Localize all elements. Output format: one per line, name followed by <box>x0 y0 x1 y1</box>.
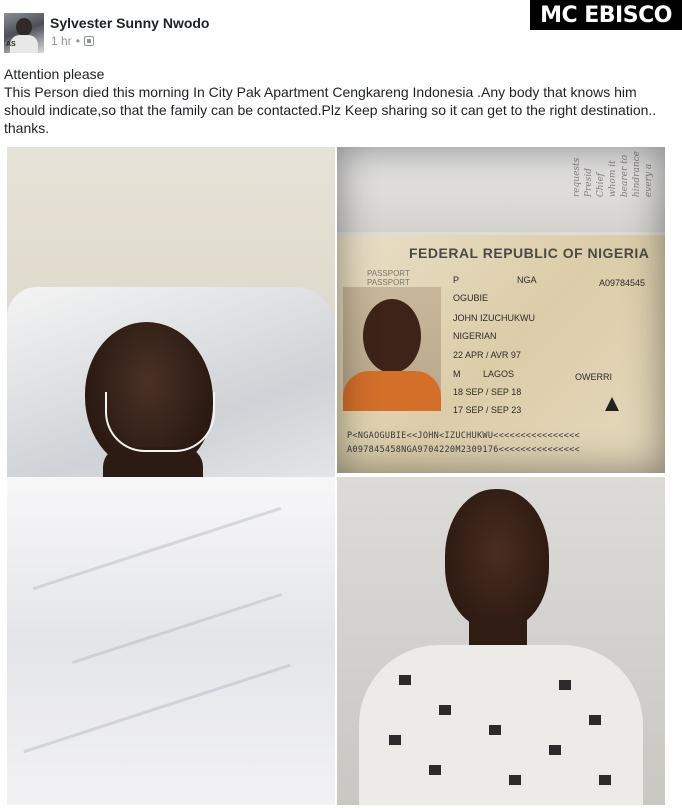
shirt-pattern <box>559 680 571 690</box>
shirt-pattern <box>549 745 561 755</box>
passport-code: NGA <box>517 275 537 285</box>
photo-grid: requests Presid Chief whom it bearer to hindr… <box>7 147 667 807</box>
passport-doc-label: PASSPORT <box>367 278 410 287</box>
photo-deceased-in-bed[interactable] <box>7 147 335 805</box>
passport-signature <box>605 397 619 411</box>
passport-dob: 22 APR / AVR 97 <box>453 350 521 360</box>
photo-tube <box>105 392 215 452</box>
shirt-pattern <box>489 725 501 735</box>
passport-nationality: NIGERIAN <box>453 331 497 341</box>
watermark-logo: MC EBISCO <box>530 0 682 30</box>
shirt-pattern <box>389 735 401 745</box>
globe-icon[interactable] <box>83 36 94 46</box>
passport-mrz-line: A097845458NGA9704220M2309176<<<<<<<<<<<<… <box>347 445 580 455</box>
avatar-head <box>16 18 32 36</box>
post-text-line: Attention please <box>4 66 105 82</box>
post-meta: 1 hr • <box>51 34 94 48</box>
passport-surname: OGUBIE <box>453 293 489 303</box>
passport-sex: M <box>453 369 461 379</box>
shirt-pattern <box>429 765 441 775</box>
photo-passport[interactable]: requests Presid Chief whom it bearer to hindr… <box>337 147 665 473</box>
passport-number: A09784545 <box>599 278 646 288</box>
facebook-post: AS Sylvester Sunny Nwodo 1 hr • MC EBISC… <box>0 0 682 808</box>
shirt-pattern <box>589 715 601 725</box>
passport-doc-label: PASSPORT <box>367 269 410 278</box>
headshot-face <box>363 299 421 373</box>
passport-given-names: JOHN IZUCHUKWU <box>453 313 535 323</box>
passport-type: P <box>453 275 460 285</box>
meta-separator: • <box>75 34 80 48</box>
post-text-line: This Person died this morning In City Pa… <box>4 84 657 136</box>
portrait-face <box>445 489 549 629</box>
passport-country: FEDERAL REPUBLIC OF NIGERIA <box>409 245 650 261</box>
shirt-pattern <box>599 775 611 785</box>
passport-place-of-birth: LAGOS <box>483 369 515 379</box>
passport-mrz-line: P<NGAOGUBIE<<JOHN<IZUCHUKWU<<<<<<<<<<<<<… <box>347 431 580 441</box>
post-timestamp[interactable]: 1 hr <box>51 34 72 48</box>
headshot-shirt <box>343 371 441 411</box>
avatar-badge: AS <box>6 41 16 48</box>
post-text: Attention please This Person died this m… <box>4 65 674 137</box>
passport-authority: OWERRI <box>575 372 612 382</box>
passport-headshot <box>343 287 441 411</box>
author-name[interactable]: Sylvester Sunny Nwodo <box>50 15 209 31</box>
shirt-pattern <box>509 775 521 785</box>
shirt-pattern <box>439 705 451 715</box>
photo-sheet <box>7 477 335 805</box>
author-avatar[interactable]: AS <box>4 13 44 53</box>
passport-expiry-date: 17 SEP / SEP 23 <box>453 405 522 415</box>
photo-portrait[interactable] <box>337 477 665 805</box>
passport-issue-date: 18 SEP / SEP 18 <box>453 387 522 397</box>
passport-script: requests Presid Chief whom it bearer to hindr… <box>572 151 654 198</box>
shirt-pattern <box>399 675 411 685</box>
portrait-shirt <box>359 645 643 805</box>
